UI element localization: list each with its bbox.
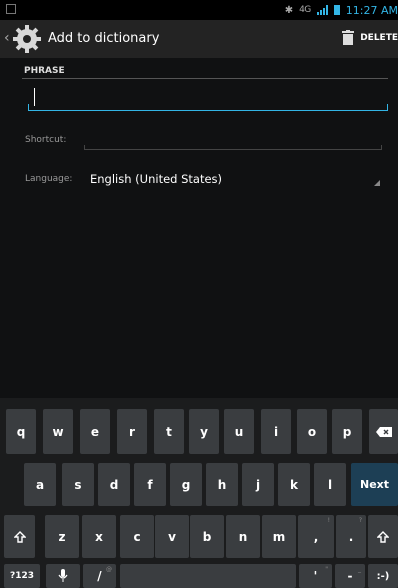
key-o[interactable]: o [297,409,327,454]
backspace-icon [375,426,392,437]
key-e[interactable]: e [80,409,110,454]
status-bar: ✱ 4G 11:27 AM [0,0,398,20]
key-slash-label: / [97,569,102,583]
delete-label: DELETE [360,32,398,43]
key-q[interactable]: q [6,409,36,454]
key-h[interactable]: h [206,463,238,506]
key-w[interactable]: w [43,409,73,454]
shortcut-label: Shortcut: [25,135,67,145]
emoticon-key[interactable]: :-) [368,564,398,588]
settings-gear-icon[interactable] [10,22,44,56]
shift-icon [13,530,26,543]
phrase-header: PHRASE [24,66,65,76]
network-type: 4G [299,5,311,15]
key-j[interactable]: j [242,463,274,506]
key-y[interactable]: y [189,409,219,454]
key-period-alt: ? [358,517,362,524]
key-g[interactable]: g [170,463,202,506]
phrase-input-left-tick [28,104,29,110]
key-apostrophe[interactable]: " ' [299,564,332,588]
text-cursor [34,88,35,106]
status-icons: ✱ 4G 11:27 AM [285,2,398,18]
symbols-key[interactable]: ?123 [4,564,40,588]
key-k[interactable]: k [278,463,310,506]
phrase-input[interactable] [28,86,392,112]
language-spinner[interactable]: English (United States) [90,172,222,186]
key-r[interactable]: r [117,409,147,454]
delete-button[interactable]: DELETE [342,30,398,45]
key-v[interactable]: v [155,515,189,558]
backspace-key[interactable] [369,409,398,454]
key-comma-label: , [313,529,319,544]
key-slash[interactable]: @ / [83,564,116,588]
key-d[interactable]: d [98,463,130,506]
key-dash-alt: _ [358,566,361,573]
shortcut-right-tick [381,145,382,149]
key-period[interactable]: ? . [336,515,366,558]
key-l[interactable]: l [314,463,346,506]
key-dash-label: - [347,569,353,583]
shortcut-input[interactable] [84,149,382,150]
key-dash[interactable]: _ - [335,564,365,588]
shortcut-left-tick [84,145,85,149]
key-n[interactable]: n [226,515,260,558]
phrase-input-right-tick [387,104,388,110]
key-period-label: . [348,529,354,544]
battery-icon [333,5,340,15]
key-t[interactable]: t [154,409,184,454]
form-area: PHRASE Shortcut: Language: English (Unit… [0,58,398,398]
key-comma-alt: ! [327,517,330,524]
key-p[interactable]: p [332,409,362,454]
spinner-arrow-icon [374,180,380,186]
signal-icon [316,5,328,15]
next-key[interactable]: Next [351,463,398,506]
key-b[interactable]: b [190,515,224,558]
shift-icon [377,530,389,543]
notification-image-icon [6,4,16,14]
key-comma[interactable]: ! , [298,515,334,558]
trash-icon [342,30,355,45]
language-label: Language: [25,174,73,184]
key-i[interactable]: i [261,409,291,454]
key-c[interactable]: c [120,515,154,558]
microphone-icon [58,569,68,582]
section-divider [22,78,388,79]
shift-key-right[interactable] [368,515,398,558]
key-u[interactable]: u [224,409,254,454]
key-a[interactable]: a [24,463,56,506]
status-time: 11:27 AM [345,3,398,17]
key-m[interactable]: m [262,515,296,558]
up-caret-icon[interactable]: ‹ [4,30,10,46]
voice-input-key[interactable] [46,564,80,588]
page-title: Add to dictionary [48,31,160,46]
bluetooth-icon: ✱ [284,4,294,16]
key-s[interactable]: s [62,463,94,506]
key-slash-alt: @ [106,566,112,573]
key-apostrophe-alt: " [325,566,328,573]
soft-keyboard: q w e r t y u i o p a s d f g h j k l Ne… [0,398,398,588]
phrase-input-underline [28,110,388,111]
shift-key-left[interactable] [4,515,35,558]
key-z[interactable]: z [45,515,79,558]
key-f[interactable]: f [134,463,166,506]
key-x[interactable]: x [82,515,116,558]
key-apostrophe-label: ' [313,569,318,583]
space-key[interactable] [120,564,296,588]
action-bar: ‹ Add to dictionary DELETE [0,20,398,58]
